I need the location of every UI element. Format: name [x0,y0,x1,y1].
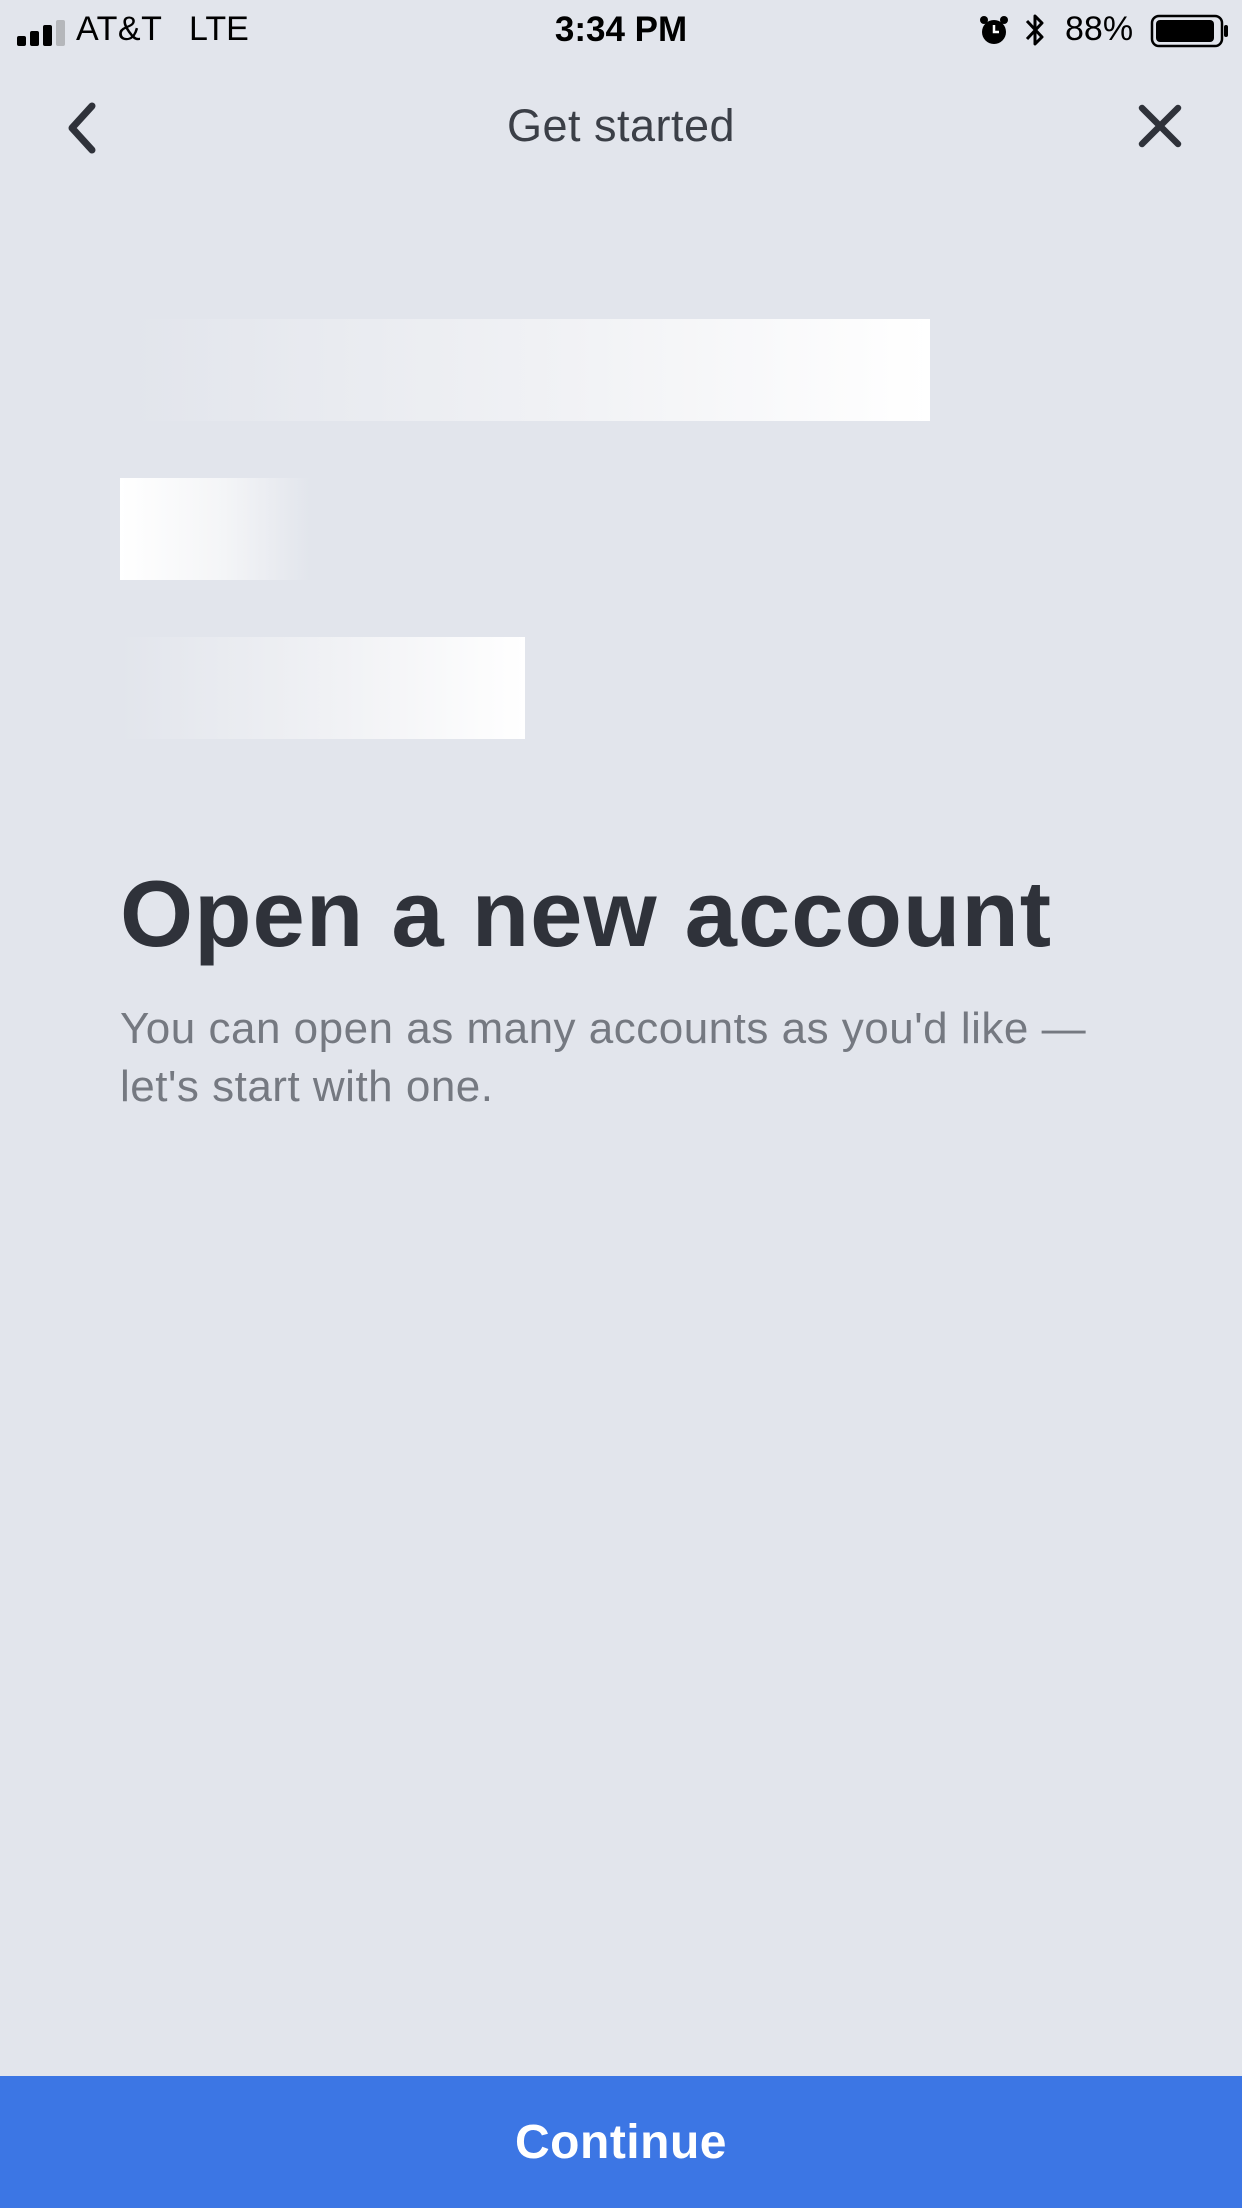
page-title: Open a new account [120,861,1053,966]
status-time: 3:34 PM [554,10,688,49]
navigation-bar: Get started [0,60,1242,194]
close-button[interactable] [1128,94,1192,158]
nav-title: Get started [506,100,736,151]
status-bar: AT&T LTE 3:34 PM 88% [0,0,1242,60]
continue-button[interactable]: Continue [0,2076,1242,2208]
bluetooth-icon [1025,14,1044,46]
page-subtitle: You can open as many accounts as you'd l… [120,1004,1087,1111]
screen: AT&T LTE 3:34 PM 88% Get started Open a … [0,0,1242,2208]
placeholder-bar [120,478,310,580]
placeholder-bar [120,637,525,739]
close-icon [1138,104,1182,148]
battery-icon [1150,14,1228,48]
alarm-icon [980,16,1008,44]
battery-percent: 88% [1065,10,1134,48]
placeholder-bar [130,319,930,421]
